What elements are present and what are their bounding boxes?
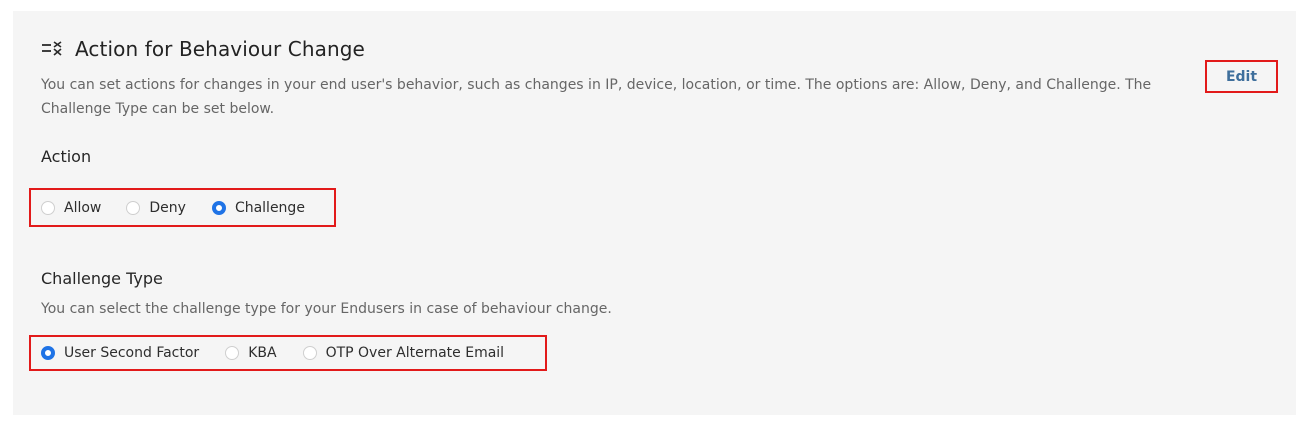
radio-option-kba[interactable]: KBA xyxy=(225,345,277,361)
radio-otp-alternate-email[interactable] xyxy=(302,346,317,360)
section-title: Action for Behaviour Change xyxy=(75,37,365,61)
challenge-type-radio-group: User Second Factor KBA OTP Over Alternat… xyxy=(29,335,547,371)
edit-highlight: Edit xyxy=(1205,60,1278,93)
radio-option-deny[interactable]: Deny xyxy=(126,200,186,216)
section-header: Action for Behaviour Change xyxy=(41,37,365,61)
edit-button[interactable]: Edit xyxy=(1226,69,1257,85)
action-label: Action xyxy=(41,147,92,166)
challenge-type-label: Challenge Type xyxy=(41,269,163,288)
section-description: You can set actions for changes in your … xyxy=(41,77,1152,117)
radio-option-user-second-factor[interactable]: User Second Factor xyxy=(41,345,199,361)
radio-deny[interactable] xyxy=(126,200,141,215)
radio-challenge[interactable] xyxy=(211,200,226,215)
radio-label-challenge: Challenge xyxy=(234,199,305,216)
radio-option-otp-alternate-email[interactable]: OTP Over Alternate Email xyxy=(302,345,505,361)
radio-option-allow[interactable]: Allow xyxy=(41,200,101,216)
list-check-icon xyxy=(41,38,63,60)
radio-option-challenge[interactable]: Challenge xyxy=(211,199,305,216)
behaviour-change-panel: Action for Behaviour Change You can set … xyxy=(13,11,1296,415)
radio-label-allow: Allow xyxy=(64,199,102,216)
radio-allow[interactable] xyxy=(41,200,55,215)
radio-label-deny: Deny xyxy=(149,199,186,216)
challenge-type-description: You can select the challenge type for yo… xyxy=(41,301,612,317)
radio-label-kba: KBA xyxy=(248,345,277,361)
radio-user-second-factor[interactable] xyxy=(41,346,55,360)
radio-label-otp-alternate-email: OTP Over Alternate Email xyxy=(325,345,505,361)
radio-kba[interactable] xyxy=(225,346,240,360)
action-radio-group: Allow Deny Challenge xyxy=(29,188,336,227)
radio-label-user-second-factor: User Second Factor xyxy=(64,345,200,361)
